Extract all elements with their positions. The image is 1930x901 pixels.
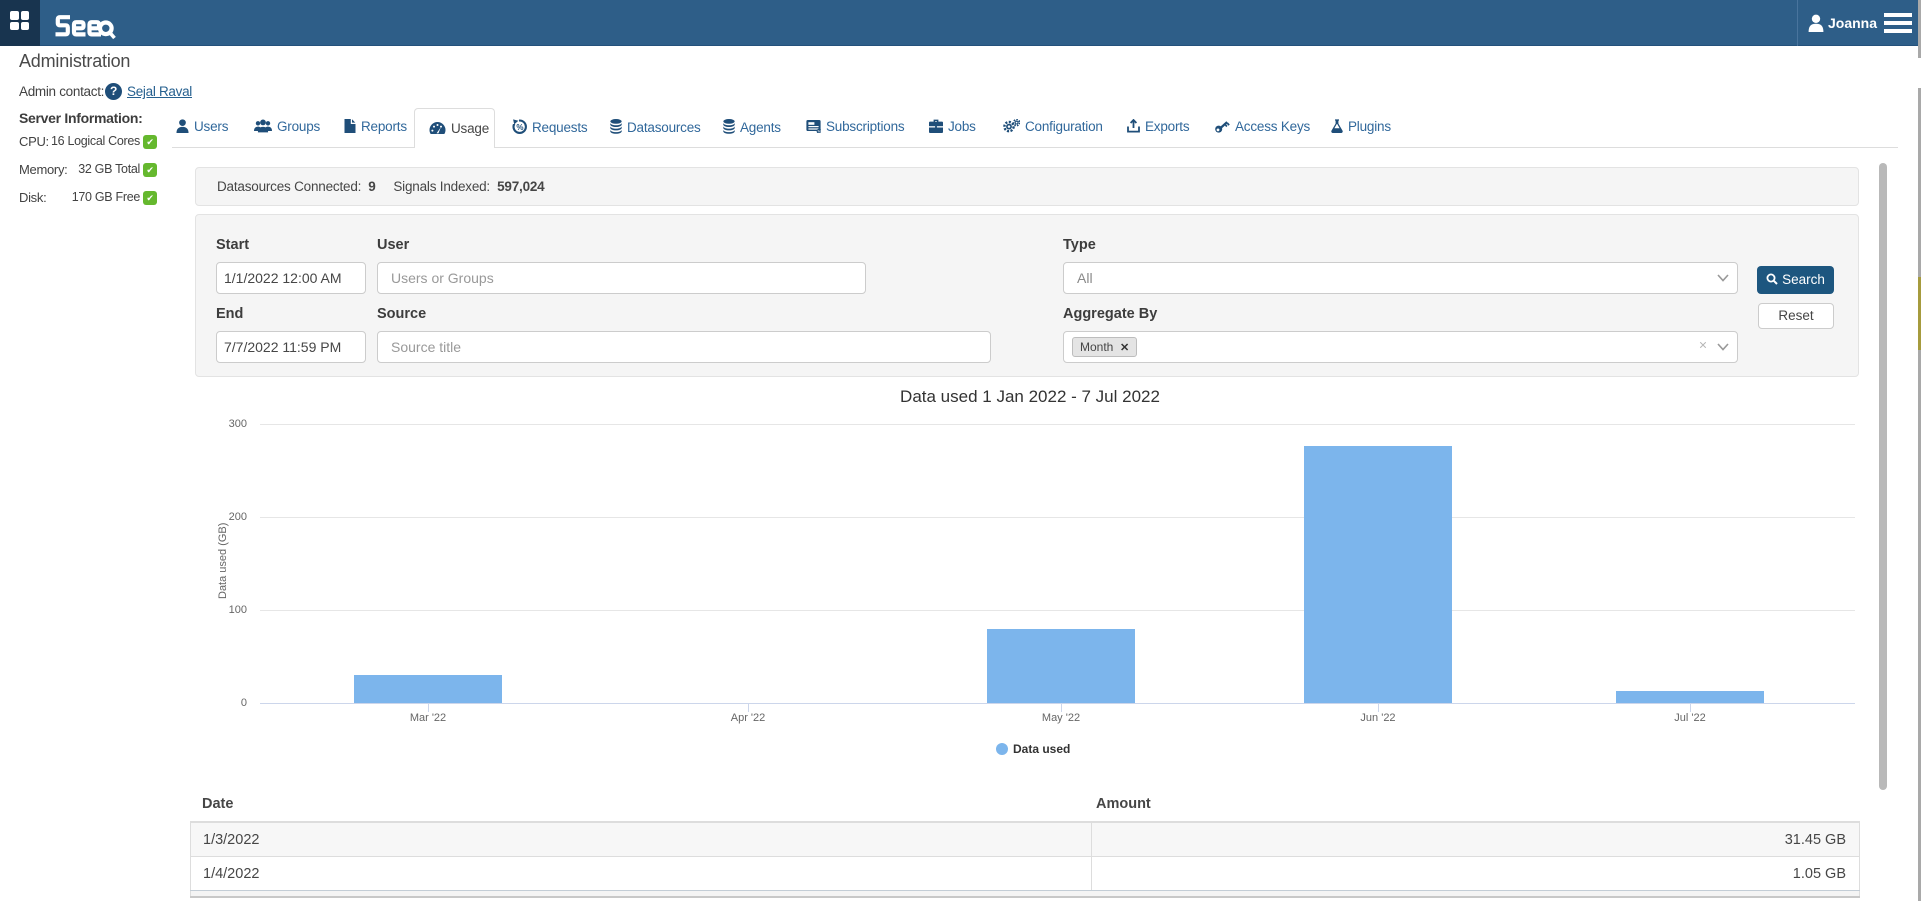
- svg-text:%: %: [516, 123, 523, 132]
- svg-text:%: %: [818, 129, 821, 133]
